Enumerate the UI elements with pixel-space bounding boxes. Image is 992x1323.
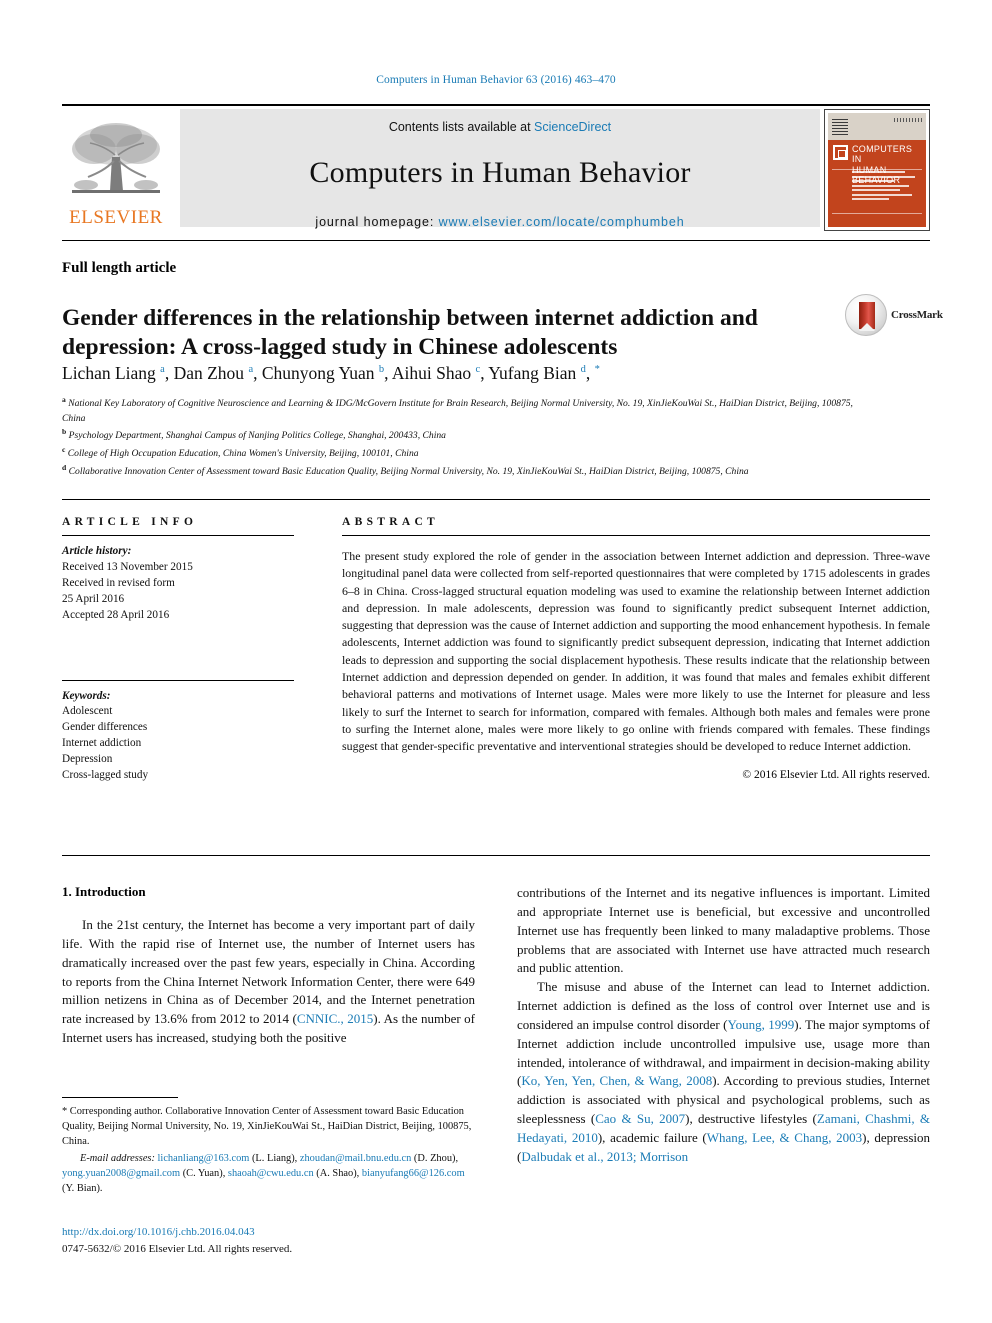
email-addresses-note: E-mail addresses: lichanliang@163.com (L… [62, 1152, 465, 1194]
email-link[interactable]: zhoudan@mail.bnu.edu.cn [300, 1153, 411, 1164]
doi-block: http://dx.doi.org/10.1016/j.chb.2016.04.… [62, 1224, 475, 1257]
email-link[interactable]: bianyufang66@126.com [362, 1168, 465, 1179]
abstract-text: The present study explored the role of g… [342, 548, 930, 754]
keyword-item: Cross-lagged study [62, 769, 149, 782]
elsevier-wordmark: ELSEVIER [69, 207, 163, 228]
crossmark-icon [845, 294, 887, 336]
author-list: Lichan Liang a, Dan Zhou a, Chunyong Yua… [62, 363, 600, 383]
sciencedirect-link[interactable]: ScienceDirect [534, 120, 611, 134]
cover-elsevier-mark-icon [832, 117, 848, 135]
body-column-right: contributions of the Internet and its ne… [517, 884, 930, 1167]
running-head: Computers in Human Behavior 63 (2016) 46… [376, 74, 616, 86]
cover-title-line-1: COMPUTERS IN [852, 144, 913, 165]
cover-text-lines [852, 171, 920, 203]
article-history-line: Accepted 28 April 2016 [62, 608, 170, 621]
intro-paragraph-left: In the 21st century, the Internet has be… [62, 917, 475, 1046]
article-history-lines: Received 13 November 2015 Received in rev… [62, 560, 294, 624]
citation-link[interactable]: Cao & Su, 2007 [595, 1111, 685, 1126]
keyword-item: Internet addiction [62, 737, 142, 750]
keyword-item: Gender differences [62, 721, 148, 734]
email-owner: (A. Shao) [316, 1167, 357, 1179]
keyword-item: Adolescent [62, 705, 113, 718]
cover-journal-logo-icon [833, 145, 848, 160]
homepage-prefix: journal homepage: [315, 215, 439, 229]
doi-link[interactable]: http://dx.doi.org/10.1016/j.chb.2016.04.… [62, 1224, 475, 1241]
journal-article-page: Computers in Human Behavior 63 (2016) 46… [0, 0, 992, 1323]
journal-masthead: ELSEVIER Contents lists available at Sci… [62, 104, 930, 231]
intro-paragraph-right-1: contributions of the Internet and its ne… [517, 885, 930, 976]
cover-divider-top [832, 169, 922, 170]
keywords-label: Keywords: [62, 689, 111, 702]
keywords-rule [62, 679, 294, 681]
email-owner: (L. Liang) [251, 1152, 295, 1164]
abstract-copyright: © 2016 Elsevier Ltd. All rights reserved… [742, 768, 930, 781]
homepage-url-link[interactable]: www.elsevier.com/locate/comphumbeh [439, 215, 685, 229]
keyword-item: Depression [62, 753, 113, 766]
affiliation-list: a National Key Laboratory of Cognitive N… [62, 394, 872, 480]
crossmark-label: CrossMark [891, 309, 943, 321]
affiliation-item: c College of High Occupation Education, … [62, 445, 419, 460]
email-owner: (D. Zhou) [413, 1152, 456, 1164]
page-title: Gender differences in the relationship b… [62, 304, 758, 361]
article-type-label: Full length article [62, 260, 177, 276]
email-owner: (Y. Bian) [62, 1182, 100, 1194]
section-heading-introduction: 1. Introduction [62, 884, 146, 899]
affiliation-item: b Psychology Department, Shanghai Campus… [62, 427, 446, 442]
citation-link[interactable]: CNNIC., 2015 [297, 1011, 373, 1026]
journal-band: Contents lists available at ScienceDirec… [180, 109, 820, 229]
email-link[interactable]: yong.yuan2008@gmail.com [62, 1168, 180, 1179]
body-divider [62, 855, 930, 856]
footnote-block: * Corresponding author. Collaborative In… [62, 1097, 475, 1197]
cover-artwork: COMPUTERS IN HUMAN BEHAVIOR [828, 113, 926, 227]
citation-link[interactable]: Young, 1999 [728, 1017, 795, 1032]
journal-homepage-line: journal homepage: www.elsevier.com/locat… [315, 215, 684, 229]
elsevier-logo: ELSEVIER [62, 109, 170, 227]
citation-link[interactable]: Ko, Yen, Yen, Chen, & Wang, 2008 [521, 1073, 712, 1088]
email-link[interactable]: shaoah@cwu.edu.cn [228, 1168, 314, 1179]
keyword-list: Adolescent Gender differences Internet add… [62, 704, 294, 784]
body-column-left: 1. Introduction In the 21st century, the… [62, 884, 475, 1048]
article-history-label: Article history: [62, 545, 132, 557]
journal-cover-thumbnail: COMPUTERS IN HUMAN BEHAVIOR [824, 109, 930, 231]
article-info-rule [62, 535, 294, 536]
article-history-line: Received in revised form [62, 576, 175, 589]
email-addresses-label: E-mail addresses: [80, 1152, 155, 1164]
contents-prefix: Contents lists available at [388, 120, 535, 134]
intro-paragraph-right-2: The misuse and abuse of the Internet can… [517, 979, 931, 1164]
issn-copyright-line: 0747-5632/© 2016 Elsevier Ltd. All right… [62, 1242, 293, 1255]
article-info-column: ARTICLE INFO Article history: Received 1… [62, 516, 294, 784]
keywords-block: Keywords: Adolescent Gender differences In… [62, 679, 294, 784]
corresponding-author-note: * Corresponding author. Collaborative In… [62, 1106, 472, 1147]
contents-list-line: Contents lists available at ScienceDirec… [389, 120, 611, 134]
abstract-column: ABSTRACT The present study explored the … [342, 516, 930, 781]
cover-issn-barcode-icon [894, 118, 922, 122]
footnote-rule [62, 1097, 178, 1098]
article-history-line: Received 13 November 2015 [62, 560, 193, 573]
affiliation-item: d Collaborative Innovation Center of Ass… [62, 462, 749, 478]
title-divider [62, 240, 930, 241]
email-link[interactable]: lichanliang@163.com [158, 1153, 250, 1164]
abstract-heading: ABSTRACT [342, 516, 440, 528]
abstract-rule [342, 535, 930, 536]
crossmark-badge[interactable]: CrossMark [845, 292, 943, 338]
affiliation-item: a National Key Laboratory of Cognitive N… [62, 395, 853, 424]
article-info-heading: ARTICLE INFO [62, 516, 198, 528]
citation-link[interactable]: Whang, Lee, & Chang, 2003 [707, 1130, 862, 1145]
email-owner: (C. Yuan) [182, 1167, 223, 1179]
journal-title: Computers in Human Behavior [309, 156, 691, 189]
article-history-block: Article history: Received 13 November 20… [62, 544, 294, 624]
cover-divider-mid [832, 213, 922, 214]
citation-link[interactable]: Dalbudak et al., 2013; Morrison [521, 1149, 688, 1164]
article-history-line: 25 April 2016 [62, 592, 125, 605]
elsevier-tree-icon [72, 123, 160, 193]
info-abstract-divider [62, 499, 930, 500]
